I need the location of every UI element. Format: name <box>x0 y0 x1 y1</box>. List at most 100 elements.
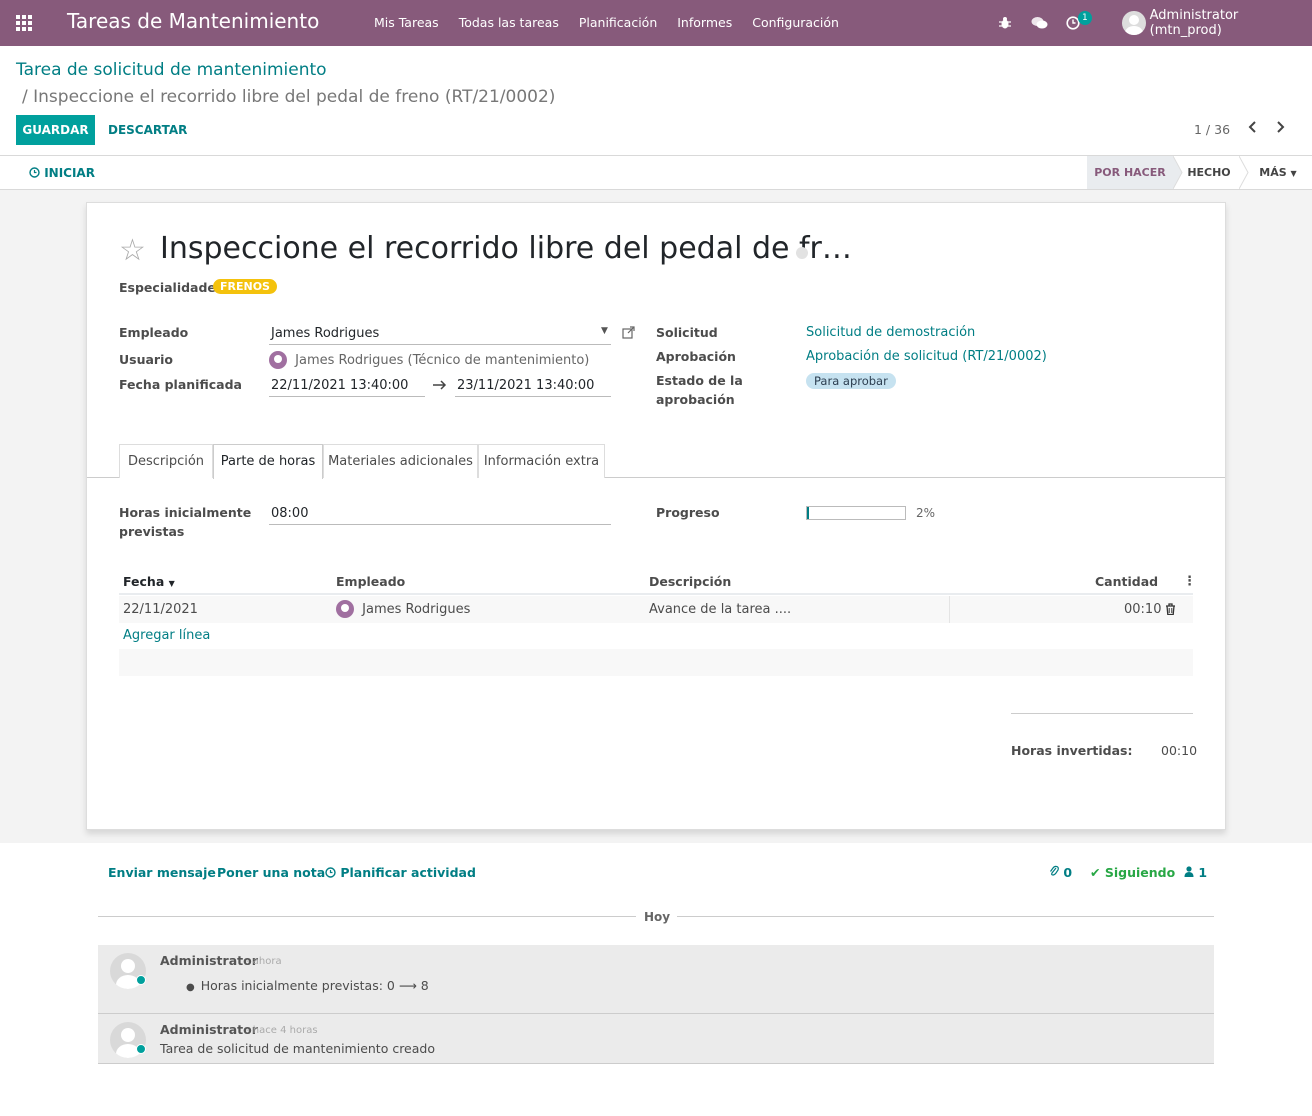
optional-columns-icon[interactable]: ⋮ <box>1183 574 1196 589</box>
send-message-button[interactable]: Enviar mensaje <box>108 865 216 880</box>
paperclip-icon <box>1049 865 1063 880</box>
totals-divider <box>1011 713 1193 714</box>
check-icon: ✔ <box>1090 865 1101 880</box>
message-date: - ahora <box>246 956 282 967</box>
planned-hours-input[interactable]: 08:00 <box>271 506 308 521</box>
message-author[interactable]: Administrator <box>160 1022 258 1037</box>
progress-bar-fill <box>807 507 809 519</box>
employee-label: Empleado <box>119 325 189 340</box>
message-body: ● Horas inicialmente previstas: 0 ⟶ 8 <box>186 978 429 993</box>
row-employee[interactable]: James Rodrigues <box>336 600 470 618</box>
apps-menu-icon[interactable] <box>16 15 34 31</box>
message-body-text: Tarea de solicitud de mantenimiento crea… <box>160 1041 435 1056</box>
stage-to-do[interactable]: POR HACER <box>1087 156 1173 189</box>
approval-state-badge: Para aprobar <box>806 373 896 389</box>
schedule-activity-button[interactable]: Planificar actividad <box>325 865 476 880</box>
approval-state-label-line1: Estado de la <box>656 373 743 388</box>
request-label: Solicitud <box>656 325 718 340</box>
pager-next-icon[interactable] <box>1274 119 1286 138</box>
start-button-label: INICIAR <box>44 166 95 180</box>
breadcrumb-parent-link[interactable]: Tarea de solicitud de mantenimiento <box>16 60 327 80</box>
followers-count: 1 <box>1198 865 1208 880</box>
menu-configuration[interactable]: Configuración <box>752 15 839 30</box>
log-note-button[interactable]: Poner una nota <box>217 865 325 880</box>
trash-icon[interactable] <box>1165 603 1176 619</box>
row-quantity[interactable]: 00:10 <box>1124 602 1161 617</box>
user-avatar <box>1122 11 1146 35</box>
planned-start-field[interactable]: 22/11/2021 13:40:00 <box>271 378 408 393</box>
column-date-label: Fecha <box>123 574 165 589</box>
attachments-button[interactable]: 0 <box>1049 865 1072 880</box>
column-date[interactable]: Fecha ▼ <box>123 574 175 589</box>
chatter-message: Administrator - ahora ● Horas inicialment… <box>98 945 1214 1014</box>
request-link[interactable]: Solicitud de demostración <box>806 325 975 340</box>
discuss-chat-icon[interactable] <box>1031 0 1048 46</box>
pager-previous-icon[interactable] <box>1247 119 1259 138</box>
user-field-value: James Rodrigues (Técnico de mantenimient… <box>295 352 590 368</box>
following-label: Siguiendo <box>1104 865 1176 880</box>
user-menu[interactable]: Administrator (mtn_prod) <box>1122 0 1312 46</box>
tab-additional-materials[interactable]: Materiales adicionales <box>323 444 478 478</box>
followers-button[interactable]: 1 <box>1184 865 1207 880</box>
menu-my-tasks[interactable]: Mis Tareas <box>374 15 439 30</box>
user-icon <box>1184 865 1198 880</box>
user-field[interactable]: James Rodrigues (Técnico de mantenimient… <box>269 351 589 369</box>
message-author[interactable]: Administrator <box>160 953 258 968</box>
planned-end-underline <box>455 396 611 397</box>
activity-clock-icon[interactable] <box>1066 0 1080 46</box>
external-link-icon[interactable] <box>622 326 635 343</box>
specialty-tag[interactable]: FRENOS <box>213 279 277 294</box>
kanban-state-icon[interactable] <box>796 247 808 259</box>
employee-dropdown-icon[interactable]: ▼ <box>601 326 608 336</box>
tab-description[interactable]: Descripción <box>119 444 213 478</box>
planned-date-label: Fecha planificada <box>119 377 242 392</box>
task-title[interactable]: Inspeccione el recorrido libre del pedal… <box>160 231 852 266</box>
save-button[interactable]: GUARDAR <box>16 115 95 145</box>
sort-caret-icon: ▼ <box>168 579 175 588</box>
menu-planning[interactable]: Planificación <box>579 15 657 30</box>
menu-reports[interactable]: Informes <box>677 15 732 30</box>
stage-done[interactable]: HECHO <box>1177 156 1241 189</box>
row-employee-name: James Rodrigues <box>362 601 471 617</box>
add-line-link[interactable]: Agregar línea <box>123 628 210 643</box>
planned-hours-underline <box>269 524 611 525</box>
progress-label: Progreso <box>656 505 720 520</box>
start-button[interactable]: INICIAR <box>29 166 95 180</box>
menu-all-tasks[interactable]: Todas las tareas <box>459 15 559 30</box>
column-divider <box>949 596 950 623</box>
stage-more-dropdown[interactable]: MÁS ▼ <box>1250 156 1306 189</box>
planned-start-underline <box>269 396 425 397</box>
column-employee[interactable]: Empleado <box>336 574 405 589</box>
empty-table-row <box>119 649 1193 676</box>
employee-field[interactable]: James Rodrigues <box>271 326 379 341</box>
tab-timesheet[interactable]: Parte de horas <box>213 444 323 479</box>
discard-button[interactable]: DESCARTAR <box>108 123 187 137</box>
debug-bug-icon[interactable] <box>998 0 1012 46</box>
table-row[interactable]: 22/11/2021 James Rodrigues Avance de la … <box>119 596 1193 623</box>
chatter-message: Administrator - hace 4 horas Tarea de so… <box>98 1014 1214 1064</box>
progress-bar <box>806 506 906 520</box>
approval-link[interactable]: Aprobación de solicitud (RT/21/0002) <box>806 349 1047 364</box>
online-status-icon <box>136 1044 146 1054</box>
top-menu: Mis Tareas Todas las tareas Planificació… <box>364 15 849 30</box>
priority-star-icon[interactable]: ☆ <box>119 233 146 268</box>
pager-value[interactable]: 1 / 36 <box>1194 122 1230 137</box>
approval-state-label-line2: aprobación <box>656 392 735 407</box>
following-button[interactable]: ✔ Siguiendo <box>1090 865 1175 880</box>
column-quantity[interactable]: Cantidad <box>1095 574 1158 589</box>
planned-hours-label-line1: Horas inicialmente <box>119 505 252 520</box>
tab-extra-info[interactable]: Información extra <box>478 444 605 478</box>
column-description[interactable]: Descripción <box>649 574 731 589</box>
main-navbar: Tareas de Mantenimiento Mis Tareas Todas… <box>0 0 1312 46</box>
specialties-label: Especialidades <box>119 280 224 295</box>
day-divider-left <box>98 916 636 917</box>
row-date[interactable]: 22/11/2021 <box>123 602 198 617</box>
spent-hours-label: Horas invertidas: <box>1011 743 1133 758</box>
timesheet-table-header: Fecha ▼ Empleado Descripción Cantidad ⋮ <box>119 571 1196 595</box>
progress-percent: 2% <box>916 506 936 520</box>
app-title[interactable]: Tareas de Mantenimiento <box>67 9 319 33</box>
planned-hours-label-line2: previstas <box>119 524 185 539</box>
control-panel: Tarea de solicitud de mantenimiento / In… <box>0 46 1312 156</box>
row-description[interactable]: Avance de la tarea .... <box>649 602 791 617</box>
planned-end-field[interactable]: 23/11/2021 13:40:00 <box>457 378 594 393</box>
